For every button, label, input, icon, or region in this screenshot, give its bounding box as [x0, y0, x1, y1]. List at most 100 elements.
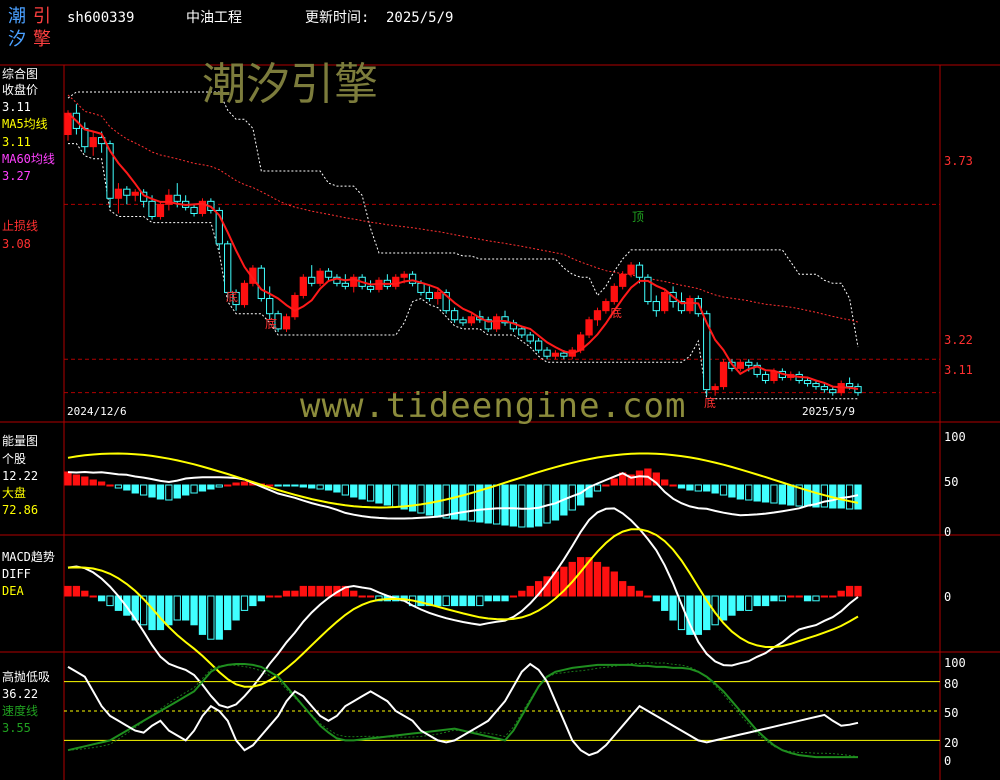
energy-bar: [114, 484, 123, 489]
close-label: 收盘价: [2, 83, 39, 97]
macd-bar: [476, 595, 484, 607]
candle-body: [257, 267, 265, 300]
macd-bar: [694, 595, 702, 635]
energy-bar: [526, 484, 534, 528]
macd-bar: [207, 595, 215, 640]
osc-scale-100: 100: [944, 656, 966, 670]
macd-bar: [745, 595, 753, 611]
candle-body: [652, 301, 660, 312]
macd-bar: [795, 595, 803, 598]
energy-bar: [282, 484, 291, 487]
energy-bar: [383, 484, 392, 506]
osc-scale-20: 20: [944, 736, 959, 750]
energy-scale-0: 0: [944, 525, 952, 539]
energy-bar: [577, 484, 585, 506]
energy-bar: [207, 484, 215, 490]
energy-bar: [81, 476, 89, 486]
candle-body: [610, 285, 618, 303]
energy-bar: [745, 484, 753, 501]
candle-body: [81, 127, 89, 148]
macd-bar: [64, 585, 72, 597]
candle-body: [820, 386, 829, 391]
macd-bar: [778, 595, 787, 602]
macd-bar: [627, 585, 635, 597]
macd-panel-title: MACD趋势: [2, 550, 55, 564]
osc-scale-0: 0: [944, 754, 952, 768]
energy-bar: [484, 484, 492, 524]
macd-bar: [324, 585, 333, 597]
macd-bar: [492, 595, 501, 602]
macd-bar: [610, 571, 618, 597]
macd-bar: [803, 595, 812, 602]
candle-body: [845, 383, 854, 388]
energy-bar: [72, 474, 81, 486]
macd-bar: [215, 595, 223, 640]
candle-body: [434, 291, 442, 300]
energy-bar: [694, 484, 702, 492]
candle-body: [341, 282, 349, 287]
energy-bar: [761, 484, 770, 503]
macd-bar: [366, 595, 375, 598]
macd-bar: [652, 595, 660, 602]
energy-bar: [602, 484, 610, 487]
candle-body: [593, 310, 602, 321]
candle-body: [266, 298, 274, 315]
candle-body: [131, 191, 139, 196]
energy-bar: [803, 484, 812, 507]
candle-body: [450, 310, 459, 321]
macd-bar: [577, 557, 585, 597]
energy-bar: [308, 484, 316, 489]
energy-market-value: 72.86: [2, 503, 39, 517]
osc-scale-80: 80: [944, 677, 959, 691]
energy-bar: [610, 478, 618, 486]
energy-bar: [837, 484, 845, 509]
macd-bar: [148, 595, 156, 631]
level-3-73: 3.73: [944, 154, 973, 168]
macd-bar: [308, 585, 316, 597]
macd-bar: [257, 595, 265, 602]
ma60-value: 3.27: [2, 169, 31, 183]
energy-bar: [106, 484, 114, 487]
macd-bar: [156, 595, 165, 631]
macd-bar: [459, 595, 467, 607]
macd-bar: [736, 595, 744, 611]
energy-bar: [333, 484, 341, 493]
energy-bar: [787, 484, 795, 506]
osc-speed-label: 速度线: [2, 704, 39, 718]
candle-body: [602, 301, 610, 312]
energy-bar: [686, 484, 694, 491]
candle-body: [417, 282, 425, 293]
macd-bar: [593, 561, 602, 597]
macd-bar: [81, 590, 89, 597]
ma5-value: 3.11: [2, 135, 31, 149]
level-3-22: 3.22: [944, 333, 973, 347]
watermark-title: 潮汐引擎: [202, 59, 378, 110]
macd-bar: [274, 595, 282, 598]
marker-bottom-2: 底: [265, 317, 278, 331]
energy-bar: [97, 481, 106, 486]
candle-body: [829, 389, 837, 394]
energy-bar: [442, 484, 450, 519]
candle-body: [534, 340, 543, 351]
candle-body: [635, 264, 644, 278]
energy-bar: [341, 484, 349, 496]
candle-body: [190, 206, 198, 214]
candle-body: [719, 361, 728, 388]
osc-scale-50: 50: [944, 706, 959, 720]
macd-bar: [350, 590, 358, 597]
energy-scale-50: 50: [944, 475, 959, 489]
energy-bar: [492, 484, 501, 525]
energy-bar: [165, 484, 173, 501]
ma60-line: [67, 94, 859, 323]
energy-bar: [635, 470, 644, 486]
macd-dea-label: DEA: [2, 584, 24, 598]
macd-bar: [837, 590, 845, 597]
macd-bar: [661, 595, 669, 611]
energy-bar: [224, 484, 232, 487]
marker-bottom-1: 底: [226, 290, 239, 304]
macd-bar: [165, 595, 173, 626]
candle-body: [736, 361, 744, 369]
candle-body: [324, 270, 333, 278]
macd-bar: [854, 585, 862, 597]
marker-bottom-4: 底: [704, 396, 717, 410]
